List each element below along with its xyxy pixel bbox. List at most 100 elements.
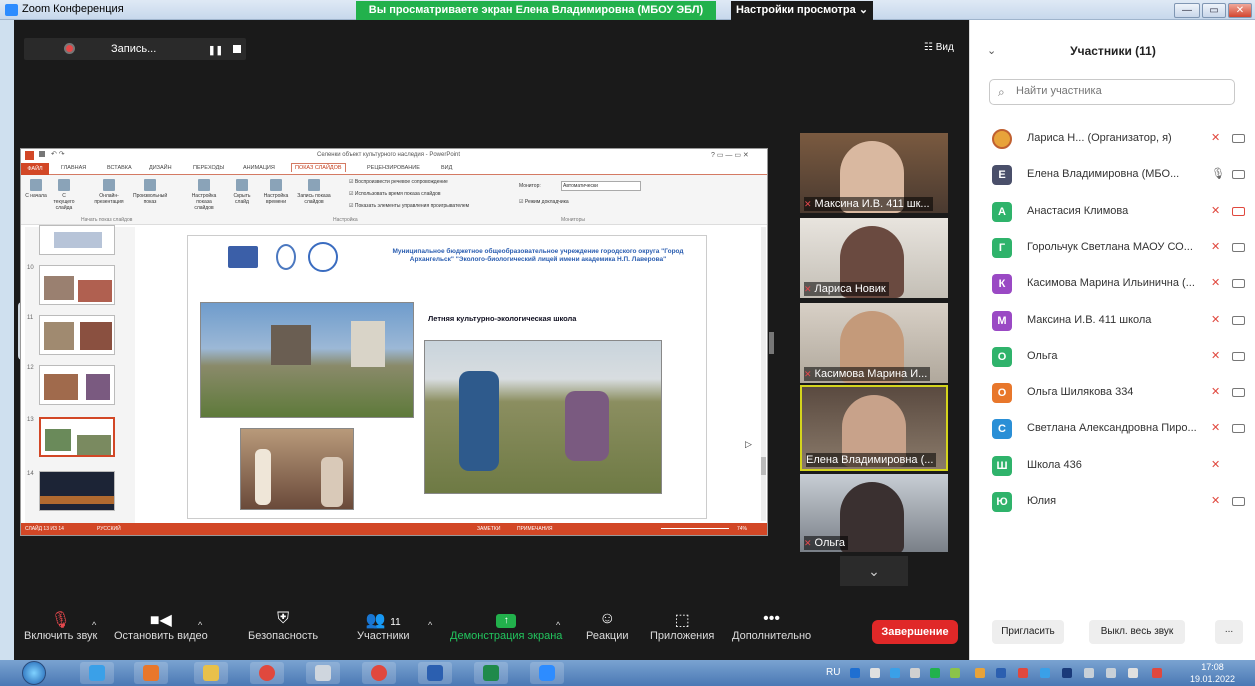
invite-button[interactable]: Пригласить bbox=[992, 620, 1064, 644]
slide-heading: Летняя культурно-экологическая школа bbox=[428, 314, 577, 323]
participant-search: ⌕ bbox=[989, 79, 1235, 105]
maximize-button[interactable]: ▭ bbox=[1202, 3, 1226, 18]
ppt-zoom-level: 74% bbox=[737, 526, 748, 532]
participant-row[interactable]: А Анастасия Климова ✕ bbox=[970, 197, 1255, 233]
video-camera-icon bbox=[1232, 279, 1245, 289]
split-handle[interactable] bbox=[769, 332, 774, 354]
tray-icon[interactable] bbox=[910, 668, 920, 678]
tray-icon[interactable] bbox=[1018, 668, 1028, 678]
tray-icon[interactable] bbox=[996, 668, 1006, 678]
active-speaker-tile[interactable]: Елена Владимировна (... bbox=[800, 385, 948, 471]
help-icon[interactable] bbox=[850, 668, 860, 678]
taskbar-media[interactable] bbox=[134, 662, 168, 684]
participants-panel: ⌄ Участники (11) ⌕ Лариса Н... (Организа… bbox=[969, 20, 1255, 660]
unmute-button[interactable]: 🎙 Включить звук bbox=[24, 610, 97, 642]
participant-row[interactable]: О Ольга ✕ bbox=[970, 342, 1255, 378]
volume-icon[interactable] bbox=[1128, 668, 1138, 678]
ppt-ribbon: С начала С текущего слайда Онлайн-презен… bbox=[21, 175, 767, 225]
more-button[interactable]: ••• Дополнительно bbox=[732, 610, 811, 642]
participant-row[interactable]: Г Горольчук Светлана МАОУ СО... ✕ bbox=[970, 233, 1255, 269]
tray-icon[interactable] bbox=[1040, 668, 1050, 678]
video-tile[interactable]: ✕ Касимова Марина И... bbox=[800, 303, 948, 383]
mute-all-button[interactable]: Выкл. весь звук bbox=[1089, 620, 1185, 644]
close-button[interactable]: ✕ bbox=[1228, 3, 1252, 18]
video-tile[interactable]: ✕ Максина И.В. 411 шк... bbox=[800, 133, 948, 213]
view-button[interactable]: ☷ Вид bbox=[924, 42, 954, 53]
ppt-group-setup: Настройка bbox=[333, 217, 358, 223]
tray-icon[interactable] bbox=[870, 668, 880, 678]
search-icon: ⌕ bbox=[998, 85, 1005, 99]
screen-share-banner: Вы просматриваете экран Елена Владимиров… bbox=[356, 1, 716, 20]
title-bar: Zoom Конференция Вы просматриваете экран… bbox=[0, 0, 1255, 20]
taskbar-explorer[interactable] bbox=[194, 662, 228, 684]
participants-options-chevron[interactable]: ^ bbox=[428, 620, 432, 630]
participant-row[interactable]: С Светлана Александровна Пиро... ✕ bbox=[970, 414, 1255, 450]
windows-taskbar: RU 17:08 19.01.2022 bbox=[0, 660, 1255, 686]
pause-recording-icon[interactable]: ❚❚ bbox=[208, 45, 223, 56]
security-button[interactable]: ⛨ Безопасность bbox=[248, 610, 318, 642]
taskbar-clock[interactable]: 17:08 19.01.2022 bbox=[1190, 661, 1235, 685]
participant-name: Юлия bbox=[1027, 495, 1057, 507]
video-camera-icon: ■◀ bbox=[149, 612, 172, 629]
keyboard-language[interactable]: RU bbox=[826, 667, 840, 678]
apps-icon: ⬚ bbox=[674, 612, 690, 629]
stop-recording-icon[interactable] bbox=[233, 45, 241, 53]
participant-name: Максина И.В. 411 школа bbox=[1027, 313, 1152, 326]
slide-thumbnail-selected bbox=[39, 417, 115, 457]
video-tile[interactable]: ✕ Ольга bbox=[800, 474, 948, 552]
network-icon[interactable] bbox=[1084, 668, 1094, 678]
ppt-presenter-view: ☑ Режим докладчика bbox=[519, 199, 569, 205]
taskbar-excel[interactable] bbox=[474, 662, 508, 684]
tile-name: ✕ Ольга bbox=[804, 536, 849, 550]
participant-row[interactable]: К Касимова Марина Ильинична (... ✕ bbox=[970, 269, 1255, 305]
tray-icon[interactable] bbox=[890, 668, 900, 678]
start-button[interactable] bbox=[22, 661, 46, 685]
ppt-from-current-button: С текущего слайда bbox=[51, 179, 77, 211]
search-input[interactable] bbox=[1014, 84, 1224, 98]
tray-icon[interactable] bbox=[950, 668, 960, 678]
tray-icon[interactable] bbox=[975, 668, 985, 678]
scroll-down-button[interactable]: ⌄ bbox=[840, 556, 908, 586]
taskbar-chrome[interactable] bbox=[250, 662, 284, 684]
participants-button[interactable]: 👥 11 Участники bbox=[357, 610, 410, 642]
panel-more-button[interactable]: ... bbox=[1215, 620, 1243, 644]
taskbar-ie[interactable] bbox=[80, 662, 114, 684]
share-options-chevron[interactable]: ^ bbox=[556, 620, 560, 630]
video-options-chevron[interactable]: ^ bbox=[198, 620, 202, 630]
share-screen-button[interactable]: ↑ Демонстрация экрана bbox=[450, 610, 562, 642]
avatar: А bbox=[992, 201, 1012, 222]
current-slide: Муниципальное бюджетное общеобразователь… bbox=[187, 235, 707, 519]
ppt-tab-transitions: ПЕРЕХОДЫ bbox=[193, 165, 225, 171]
tray-icon[interactable] bbox=[930, 668, 940, 678]
ppt-tab-file: ФАЙЛ bbox=[21, 163, 49, 175]
taskbar-zoom[interactable] bbox=[530, 662, 564, 684]
video-camera-icon bbox=[1232, 242, 1245, 252]
ppt-comments: ПРИМЕЧАНИЯ bbox=[517, 526, 553, 532]
ppt-record-button: Запись показа слайдов bbox=[297, 179, 331, 205]
participant-row[interactable]: Лариса Н... (Организатор, я) ✕ bbox=[970, 124, 1255, 160]
view-settings-button[interactable]: Настройки просмотра ⌄ bbox=[731, 1, 873, 20]
bluetooth-icon[interactable] bbox=[1062, 668, 1072, 678]
participant-row[interactable]: О Ольга Шилякова 334 ✕ bbox=[970, 378, 1255, 414]
video-tile[interactable]: ✕ Лариса Новик bbox=[800, 218, 948, 298]
reactions-button[interactable]: ☺ Реакции bbox=[586, 610, 629, 642]
participant-row[interactable]: Е Елена Владимировна (МБО... 🎙 bbox=[970, 160, 1255, 196]
video-off-icon bbox=[1232, 206, 1245, 216]
participant-row[interactable]: М Максина И.В. 411 школа ✕ bbox=[970, 306, 1255, 342]
taskbar-word[interactable] bbox=[418, 662, 452, 684]
end-meeting-button[interactable]: Завершение bbox=[872, 620, 958, 644]
participant-row[interactable]: Ш Школа 436 ✕ bbox=[970, 451, 1255, 487]
taskbar-calculator[interactable] bbox=[306, 662, 340, 684]
chrome-icon bbox=[371, 665, 387, 681]
apps-button[interactable]: ⬚ Приложения bbox=[650, 610, 714, 642]
tray-icon[interactable] bbox=[1106, 668, 1116, 678]
participant-name: Школа 436 bbox=[1027, 458, 1082, 471]
participant-row[interactable]: Ю Юлия ✕ bbox=[970, 487, 1255, 523]
clock-time: 17:08 bbox=[1201, 662, 1224, 672]
stop-video-button[interactable]: ■◀ Остановить видео bbox=[114, 610, 208, 642]
tray-icon[interactable] bbox=[1152, 668, 1162, 678]
ppt-group-start: Начать показ слайдов bbox=[81, 217, 133, 223]
taskbar-chrome-2[interactable] bbox=[362, 662, 396, 684]
minimize-button[interactable]: — bbox=[1174, 3, 1200, 18]
audio-options-chevron[interactable]: ^ bbox=[92, 620, 96, 630]
